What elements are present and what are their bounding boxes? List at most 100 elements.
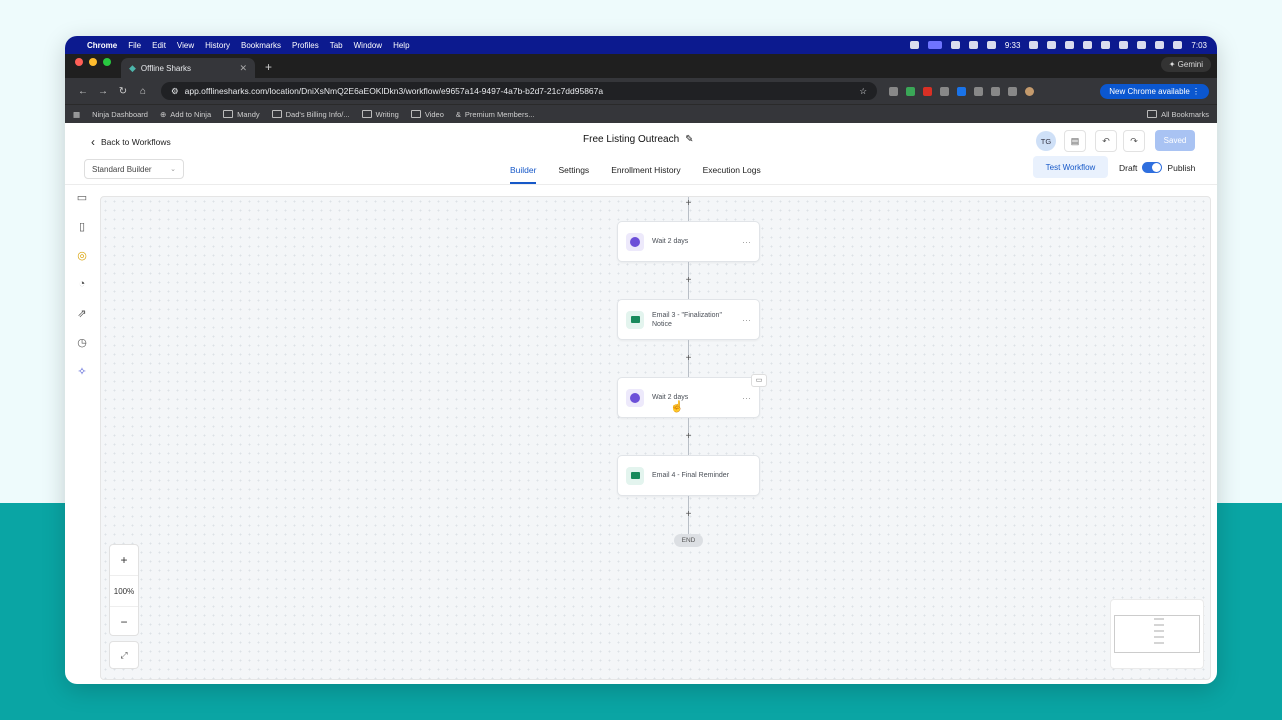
tab-execution-logs[interactable]: Execution Logs: [703, 158, 761, 182]
warning-icon[interactable]: ◎: [65, 249, 99, 278]
extension-icon[interactable]: [906, 86, 915, 96]
pie-chart-icon[interactable]: ◔: [65, 278, 99, 307]
menu-profiles[interactable]: Profiles: [292, 41, 319, 50]
menu-bookmarks[interactable]: Bookmarks: [241, 41, 281, 50]
tab-builder[interactable]: Builder: [510, 158, 537, 184]
tab-settings[interactable]: Settings: [558, 158, 589, 182]
extension-icon[interactable]: [974, 86, 983, 96]
back-to-workflows-link[interactable]: ‹ Back to Workflows: [91, 135, 171, 149]
test-workflow-button[interactable]: Test Workflow: [1033, 156, 1108, 178]
extension-icon[interactable]: [923, 86, 932, 96]
close-tab-icon[interactable]: ✕: [239, 63, 247, 74]
menu-tab[interactable]: Tab: [330, 41, 343, 50]
status-app-icon[interactable]: [968, 41, 978, 49]
bookmark-item[interactable]: & Premium Members...: [456, 110, 535, 119]
comment-icon[interactable]: ▭: [65, 191, 99, 220]
workflow-node-wait[interactable]: Wait 2 days ···: [617, 377, 760, 418]
menu-help[interactable]: Help: [393, 41, 409, 50]
avatar[interactable]: TG: [1036, 131, 1056, 151]
workflow-node-wait[interactable]: Wait 2 days ···: [617, 221, 760, 262]
search-icon[interactable]: [1083, 41, 1093, 49]
document-icon[interactable]: ▯: [65, 220, 99, 249]
url-bar[interactable]: ⚙ app.offlinesharks.com/location/DniXsNm…: [161, 82, 877, 100]
fit-to-screen-icon[interactable]: ⤢: [109, 641, 139, 669]
add-step-plus-icon[interactable]: +: [683, 353, 694, 364]
add-step-plus-icon[interactable]: +: [683, 198, 694, 209]
screen-record-icon[interactable]: [927, 41, 942, 49]
all-bookmarks-folder[interactable]: All Bookmarks: [1147, 110, 1209, 119]
bookmark-item[interactable]: Ninja Dashboard: [92, 110, 148, 119]
more-options-icon[interactable]: ···: [742, 237, 751, 247]
minimize-window-button[interactable]: [89, 58, 97, 66]
status-app-icon[interactable]: [909, 41, 919, 49]
menu-view[interactable]: View: [177, 41, 194, 50]
workflow-node-email[interactable]: Email 3 - "Finalization" Notice ···: [617, 299, 760, 340]
extension-icon[interactable]: [957, 86, 966, 96]
menu-chrome[interactable]: Chrome: [87, 41, 117, 50]
workflow-canvas[interactable]: + Wait 2 days ··· + Email 3 - "Finalizat…: [100, 196, 1211, 680]
wifi-icon[interactable]: [1137, 41, 1147, 49]
gemini-button[interactable]: ✦ Gemini: [1160, 57, 1211, 72]
url-text[interactable]: app.offlinesharks.com/location/DniXsNmQ2…: [185, 86, 604, 96]
zoom-out-button[interactable]: −: [110, 607, 138, 637]
home-icon[interactable]: ⌂: [133, 86, 153, 97]
minimap-viewport[interactable]: [1114, 615, 1200, 653]
menu-window[interactable]: Window: [354, 41, 382, 50]
back-arrow-icon[interactable]: ←: [73, 86, 93, 97]
tab-enrollment-history[interactable]: Enrollment History: [611, 158, 680, 182]
new-chrome-available-button[interactable]: New Chrome available ⋮: [1100, 83, 1209, 99]
menu-edit[interactable]: Edit: [152, 41, 166, 50]
saved-button[interactable]: Saved: [1155, 130, 1195, 151]
status-app-icon[interactable]: [1101, 41, 1111, 49]
add-comment-icon[interactable]: ▭: [751, 374, 767, 387]
status-app-icon[interactable]: [1047, 41, 1057, 49]
workflow-node-email[interactable]: Email 4 - Final Reminder: [617, 455, 760, 496]
sparkle-ai-icon[interactable]: ✧: [65, 365, 99, 394]
redo-icon-button[interactable]: ↷: [1123, 130, 1145, 152]
extension-icon[interactable]: [889, 86, 898, 96]
more-options-icon[interactable]: ···: [742, 315, 751, 325]
add-step-plus-icon[interactable]: +: [683, 431, 694, 442]
clipboard-icon-button[interactable]: ▤: [1064, 130, 1086, 152]
external-link-icon[interactable]: ⇗: [65, 307, 99, 336]
add-step-plus-icon[interactable]: +: [683, 509, 694, 520]
timer-readout[interactable]: 9:33: [1005, 41, 1021, 50]
undo-icon-button[interactable]: ↶: [1095, 130, 1117, 152]
site-info-icon[interactable]: ⚙: [171, 86, 179, 97]
browser-tab-active[interactable]: ◆ Offline Sharks ✕: [121, 58, 255, 78]
bookmark-star-icon[interactable]: ☆: [859, 86, 867, 97]
bookmark-folder[interactable]: Mandy: [223, 110, 260, 119]
menu-file[interactable]: File: [128, 41, 141, 50]
new-tab-icon[interactable]: +: [265, 60, 272, 74]
puzzle-extensions-icon[interactable]: [991, 86, 1000, 96]
extension-icon[interactable]: [940, 86, 949, 96]
clock[interactable]: 7:03: [1191, 41, 1207, 50]
close-window-button[interactable]: [75, 58, 83, 66]
status-app-icon[interactable]: [1119, 41, 1129, 49]
dropbox-icon[interactable]: [1029, 41, 1039, 49]
status-app-icon[interactable]: [1065, 41, 1075, 49]
pencil-edit-icon[interactable]: ✎: [685, 134, 693, 145]
menu-history[interactable]: History: [205, 41, 230, 50]
add-step-plus-icon[interactable]: +: [683, 275, 694, 286]
publish-toggle[interactable]: [1142, 162, 1163, 173]
status-app-icon[interactable]: [986, 41, 996, 49]
history-icon[interactable]: ◷: [65, 336, 99, 365]
zoom-in-button[interactable]: +: [110, 545, 138, 576]
side-panel-icon[interactable]: [1008, 86, 1017, 96]
zoom-window-button[interactable]: [103, 58, 111, 66]
reload-icon[interactable]: ↻: [113, 86, 133, 97]
battery-icon[interactable]: [1155, 41, 1165, 49]
builder-type-select[interactable]: Standard Builder ⌄: [84, 159, 184, 179]
more-options-icon[interactable]: ···: [742, 393, 751, 403]
bookmark-folder[interactable]: Writing: [361, 110, 399, 119]
bookmark-folder[interactable]: Video: [410, 110, 444, 119]
control-center-icon[interactable]: [1173, 41, 1183, 49]
apps-grid-icon[interactable]: ▦: [73, 110, 80, 119]
profile-avatar-icon[interactable]: [1025, 86, 1034, 96]
bookmark-folder[interactable]: Dad's Billing Info/...: [271, 110, 350, 119]
status-app-icon[interactable]: [950, 41, 960, 49]
minimap[interactable]: [1110, 599, 1204, 669]
forward-arrow-icon[interactable]: →: [93, 86, 113, 97]
bookmark-item[interactable]: ⊕ Add to Ninja: [160, 110, 211, 119]
